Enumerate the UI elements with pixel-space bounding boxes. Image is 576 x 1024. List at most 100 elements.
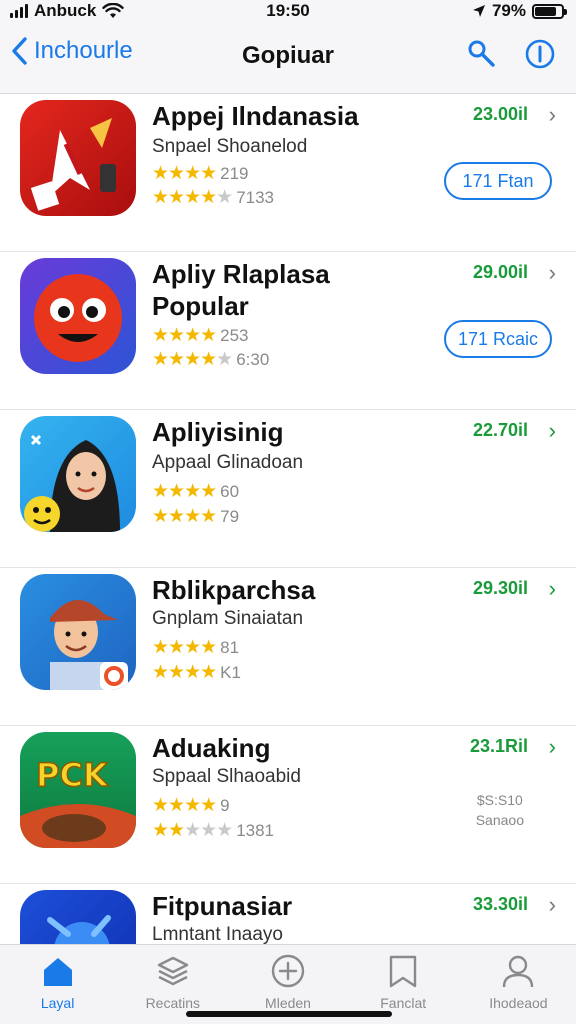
chevron-right-icon[interactable]: › [549, 576, 556, 602]
app-subtitle: Sppaal Slhaoabid [152, 766, 301, 787]
list-item[interactable]: PCK Aduaking Sppaal Slhaoabid ★★★★ 9 ★★★… [0, 726, 576, 884]
app-name-line: Aduaking [152, 733, 271, 763]
app-price: 33.30il [472, 894, 528, 914]
app-name: Apliyisinig [152, 416, 452, 448]
rating-count: 1381 [236, 820, 275, 840]
app-name: Apliy Rlaplasa Popular [152, 258, 452, 322]
app-name: Rblikparchsa [152, 574, 452, 606]
boy-cap-app-icon[interactable] [20, 574, 136, 690]
chevron-right-icon[interactable]: › [549, 102, 556, 128]
tab-layal[interactable]: Layal [0, 945, 115, 1024]
tab-label: Mleden [265, 995, 311, 1011]
battery-icon [532, 3, 567, 19]
red-kite-app-icon[interactable] [20, 100, 136, 216]
rating-row: ★★★★ 253 [152, 324, 249, 347]
star-rating: ★★★★ [152, 163, 217, 184]
rating-row: ★★★★ K1 [152, 661, 241, 684]
rating-row: ★★★★★ 7133 [152, 186, 274, 209]
app-price: 29.30il [472, 578, 528, 598]
rating-row: ★★★★ 79 [152, 505, 239, 528]
app-name-line: Rblikparchsa [152, 575, 316, 605]
app-price: 29.00il [472, 262, 528, 282]
app-subtitle: Snpael Shoanelod [152, 136, 308, 157]
svg-text:PCK: PCK [36, 756, 109, 794]
tab-label: Recatins [145, 995, 201, 1011]
rating-count: 81 [220, 637, 240, 657]
hijab-girl-app-icon[interactable] [20, 416, 136, 532]
home-indicator[interactable] [186, 1011, 392, 1017]
back-label: Inchourle [34, 37, 133, 64]
blue-star-app-icon[interactable] [20, 890, 136, 944]
chevron-right-icon[interactable]: › [549, 892, 556, 918]
app-subtitle: Lmntant Inaayo [152, 924, 283, 944]
rating-row: ★★★★ 81 [152, 636, 239, 659]
plus-circle-icon [271, 954, 305, 988]
size-note: $S:S10 Sanaoo [476, 790, 524, 830]
search-icon[interactable] [466, 38, 498, 70]
rating-count: 7133 [236, 187, 275, 207]
star-rating: ★★★★ [152, 662, 217, 683]
chevron-left-icon [12, 37, 27, 65]
app-name-line: Apliyisinig [152, 417, 284, 447]
list-item[interactable]: Apliyisinig Appaal Glinadoan ★★★★ 60 ★★★… [0, 410, 576, 568]
rating-row: ★★★★ 9 [152, 794, 230, 817]
red-monster-app-icon[interactable] [20, 258, 136, 374]
app-name-line: Fitpunasiar [152, 891, 293, 921]
star-rating: ★★★★ [152, 506, 217, 527]
list-item[interactable]: Appej Ilndanasia Snpael Shoanelod ★★★★ 2… [0, 94, 576, 252]
tab-label: Ihodeaod [489, 995, 548, 1011]
rating-count: K1 [220, 662, 241, 682]
app-price: 23.00il [472, 104, 528, 124]
pck-game-app-icon[interactable]: PCK [20, 732, 136, 848]
tab-label: Layal [40, 995, 75, 1011]
list-item[interactable]: Rblikparchsa Gnplam Sinaiatan ★★★★ 81 ★★… [0, 568, 576, 726]
status-bar: Anbuck 19:50 79% [0, 0, 576, 22]
bookmark-icon [390, 955, 417, 988]
rating-row: ★★★★ 219 [152, 162, 249, 185]
app-price: 22.70il [472, 420, 528, 440]
rating-count: 219 [220, 163, 249, 183]
app-name: Appej Ilndanasia [152, 100, 452, 132]
star-rating: ★★★★ [152, 795, 217, 816]
rating-count: 79 [220, 506, 240, 526]
app-price: 23.1Ril [469, 736, 528, 756]
app-subtitle: Appaal Glinadoan [152, 452, 304, 473]
rating-row: ★★★★★ 1381 [152, 819, 274, 842]
app-name-line: Popular [152, 291, 249, 321]
size-note-line: $S:S10 [476, 792, 523, 808]
star-rating: ★★★★ [152, 637, 217, 658]
info-icon[interactable] [524, 38, 556, 70]
person-icon [503, 955, 534, 988]
tab-label: Fanclat [380, 995, 427, 1011]
rating-row: ★★★★★ 6:30 [152, 348, 269, 371]
rating-count: 253 [220, 325, 249, 345]
star-rating: ★★★★★ [152, 820, 233, 841]
stack-icon [157, 956, 188, 986]
rating-count: 60 [220, 481, 240, 501]
nav-actions [466, 38, 556, 70]
house-icon [43, 958, 72, 986]
list-item[interactable]: Fitpunasiar Lmntant Inaayo 33.30il › [0, 884, 576, 944]
star-rating: ★★★★★ [152, 187, 233, 208]
battery-percent: 79% [491, 1, 526, 20]
size-note-line: Sanaoo [475, 812, 524, 828]
get-button[interactable]: 171 Ftan [444, 162, 552, 200]
chevron-right-icon[interactable]: › [549, 418, 556, 444]
app-name-line: Appej Ilndanasia [152, 101, 359, 131]
chevron-right-icon[interactable]: › [549, 260, 556, 286]
location-arrow-icon [472, 5, 485, 17]
star-rating: ★★★★ [152, 325, 217, 346]
app-list[interactable]: Appej Ilndanasia Snpael Shoanelod ★★★★ 2… [0, 94, 576, 944]
app-name: Aduaking [152, 732, 452, 764]
app-subtitle: Gnplam Sinaiatan [152, 608, 304, 629]
battery-level [535, 6, 556, 16]
chevron-right-icon[interactable]: › [549, 734, 556, 760]
star-rating: ★★★★★ [152, 349, 233, 370]
tab-ihodeaod[interactable]: Ihodeaod [461, 945, 576, 1024]
rating-count: 6:30 [236, 349, 270, 369]
rating-count: 9 [220, 795, 230, 815]
back-button[interactable]: Inchourle [10, 36, 133, 66]
get-button[interactable]: 171 Rcaic [444, 320, 552, 358]
app-name-line: Apliy Rlaplasa [152, 259, 330, 289]
list-item[interactable]: Apliy Rlaplasa Popular ★★★★ 253 ★★★★★ 6:… [0, 252, 576, 410]
